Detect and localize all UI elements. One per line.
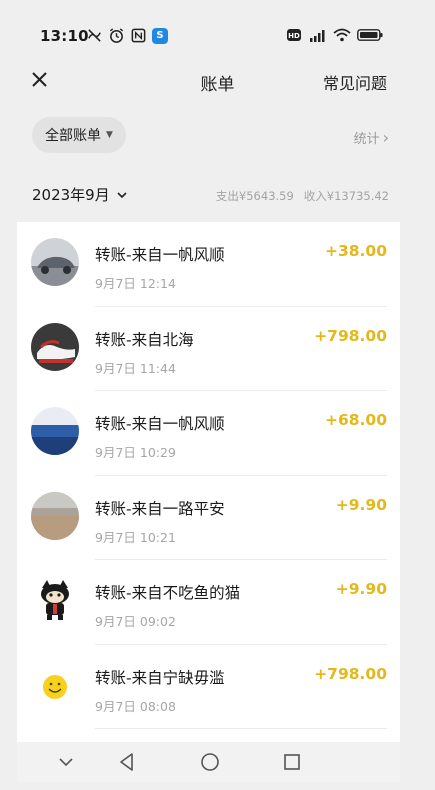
transaction-title: 转账-来自一路平安 [95, 499, 225, 518]
transaction-title: 转账-来自北海 [95, 330, 194, 349]
faq-link[interactable]: 常见问题 [323, 70, 387, 94]
app-notification-icon: S [152, 27, 168, 44]
status-time: 13:10 [40, 27, 89, 45]
transaction-title: 转账-来自宁缺毋滥 [95, 668, 225, 687]
transaction-amount: +798.00 [314, 664, 387, 683]
transaction-amount: +38.00 [324, 242, 387, 260]
avatar [31, 660, 79, 709]
stats-link[interactable]: 统计 › [354, 128, 389, 147]
status-bar: 13:10 S HD [0, 0, 435, 60]
avatar [31, 576, 79, 624]
transaction-time: 9月7日 09:02 [95, 614, 176, 629]
month-label: 2023年9月 [32, 186, 110, 204]
alarm-icon [109, 28, 124, 43]
status-icons-right: HD [287, 28, 383, 42]
nfc-icon [131, 28, 146, 43]
transaction-row[interactable]: 转账-来自一帆风顺 9月7日 12:14 +38.00 [17, 222, 400, 307]
transaction-amount: +798.00 [314, 326, 387, 345]
transaction-list: 转账-来自一帆风顺 9月7日 12:14 +38.00 转账-来自北海 9月7日… [17, 222, 400, 742]
status-icons-left: S [86, 27, 168, 44]
home-circle-icon[interactable] [199, 751, 221, 773]
filter-label: 全部账单 [45, 128, 101, 144]
bill-page: 13:10 S HD 账单 常见问题 全部账单 ▼ 统计 › 2023年9月 支… [0, 0, 435, 790]
chevron-right-icon: › [382, 128, 389, 147]
caret-down-icon: ▼ [106, 130, 113, 140]
transaction-time: 9月7日 10:29 [95, 445, 176, 460]
transaction-row[interactable]: 转账-来自不吃鱼的猫 9月7日 09:02 +9.90 [17, 560, 400, 645]
back-triangle-icon[interactable] [116, 751, 138, 773]
transaction-row[interactable]: 转账-来自一路平安 9月7日 10:21 +9.90 [17, 476, 400, 560]
transaction-time: 9月7日 12:14 [95, 276, 176, 291]
transaction-amount: +68.00 [324, 411, 387, 429]
transaction-row[interactable]: 转账-来自一帆风顺 9月7日 10:29 +68.00 [17, 391, 400, 476]
avatar [31, 238, 79, 286]
month-summary: 支出¥5643.59 收入¥13735.42 [216, 188, 389, 204]
top-nav: 账单 常见问题 [0, 60, 435, 100]
no-disturb-icon [88, 29, 101, 42]
battery-icon [357, 29, 383, 41]
hd-icon: HD [287, 29, 301, 41]
avatar [31, 491, 79, 540]
svg-text:HD: HD [288, 32, 300, 40]
bill-filter-dropdown[interactable]: 全部账单 ▼ [32, 117, 126, 153]
transaction-time: 9月7日 08:08 [95, 698, 176, 714]
signal-4g-icon [310, 30, 325, 42]
transaction-time: 9月7日 11:44 [95, 360, 176, 376]
transaction-amount: +9.90 [335, 580, 387, 598]
system-nav-bar [17, 742, 400, 782]
transaction-amount: +9.90 [335, 495, 387, 514]
chevron-down-icon [117, 191, 127, 198]
transaction-row[interactable]: 转账-来自宁缺毋滥 9月7日 08:08 +798.00 [17, 645, 400, 729]
avatar [31, 407, 79, 455]
wifi-icon [333, 28, 351, 42]
expense-total: 支出¥5643.59 [215, 189, 294, 203]
avatar [31, 322, 79, 371]
transaction-title: 转账-来自不吃鱼的猫 [95, 584, 241, 602]
transaction-title: 转账-来自一帆风顺 [95, 246, 225, 264]
transaction-title: 转账-来自一帆风顺 [95, 415, 225, 433]
month-selector[interactable]: 2023年9月 [32, 184, 128, 205]
stats-label: 统计 [353, 132, 380, 147]
chevron-down-icon[interactable] [55, 751, 77, 773]
transaction-time: 9月7日 10:21 [95, 529, 176, 545]
income-total: 收入¥13735.42 [303, 189, 389, 203]
transaction-row[interactable]: 转账-来自北海 9月7日 11:44 +798.00 [17, 307, 400, 391]
recents-square-icon[interactable] [281, 751, 303, 773]
divider [95, 728, 387, 729]
